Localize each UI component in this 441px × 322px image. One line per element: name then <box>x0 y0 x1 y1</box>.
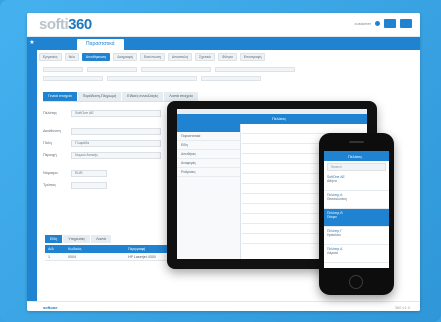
footer: softone 360 v1.0 <box>27 301 420 311</box>
footer-brand: softone <box>43 305 58 310</box>
tablet-sidebar: Παραστατικά Είδη Αποθήκες Αναφορές Ρυθμί… <box>177 124 241 259</box>
left-rail: ★ <box>27 37 37 311</box>
tab-other-details[interactable]: Λοιπά στοιχεία <box>164 92 198 101</box>
phone-list-item[interactable]: Πελάτης Δ Λάρισα <box>324 245 389 263</box>
phone-item-subtitle: Πάτρα <box>327 215 337 219</box>
date-field[interactable] <box>87 67 137 72</box>
footer-version: 360 v1.0 <box>394 305 410 310</box>
tab-services[interactable]: Υπηρεσίες <box>63 235 91 243</box>
toolbar-send-button[interactable]: Αποστολή <box>167 52 192 61</box>
currency-select[interactable]: EUR <box>71 169 107 177</box>
detail-label: Τρόπος <box>43 183 57 187</box>
module-tab-strip: Παραστατικά <box>27 37 420 50</box>
toolbar-print-button[interactable]: Εκτύπωση <box>139 52 165 61</box>
phone-list-item[interactable]: SoftOne AE Αθήνα <box>324 173 389 191</box>
tablet-title: Πελάτες <box>272 116 287 121</box>
phone-speaker <box>349 141 364 143</box>
app-logo: softi360 <box>39 16 92 33</box>
toolbar-filters-button[interactable]: Φίλτρα <box>217 52 237 61</box>
toolbar-related-button[interactable]: Σχετικά <box>194 52 215 61</box>
notification-icon[interactable] <box>375 21 380 26</box>
city-field[interactable]: Γλυφάδα <box>71 139 161 147</box>
phone-list-item-selected[interactable]: Πελάτης Β Πάτρα <box>324 209 389 227</box>
logout-button[interactable] <box>400 19 412 28</box>
detail-label: Περιοχή <box>43 153 57 157</box>
tablet-menu-item[interactable]: Παραστατικά <box>177 132 240 141</box>
tablet-menu-item[interactable]: Αποθήκες <box>177 150 240 159</box>
phone-list-item[interactable]: Πελάτης Γ Ηράκλειο <box>324 227 389 245</box>
logo-number: 360 <box>68 16 92 33</box>
customer-field[interactable]: SoftOne AE <box>71 109 161 117</box>
header-form <box>43 65 414 83</box>
detail-label: Νόμισμα <box>43 171 58 175</box>
phone-item-subtitle: Ηράκλειο <box>327 233 341 237</box>
column-header[interactable]: Α/Α <box>45 247 65 251</box>
status-field[interactable] <box>107 76 197 81</box>
tab-documents[interactable]: Παραστατικά <box>77 39 124 50</box>
tablet-menu-item[interactable]: Ρυθμίσεις <box>177 168 240 177</box>
phone-home-button[interactable] <box>349 275 363 289</box>
phone-item-subtitle: Αθήνα <box>327 179 337 183</box>
tab-general[interactable]: Γενικά στοιχεία <box>43 92 77 101</box>
warehouse-field[interactable] <box>201 76 261 81</box>
toolbar-save-button[interactable]: Αποθήκευση <box>81 52 111 61</box>
toolbar-new-button[interactable]: Νέο <box>64 52 79 61</box>
favorites-icon[interactable]: ★ <box>27 39 37 46</box>
toolbar-back-button[interactable]: Επιστροφή <box>239 52 266 61</box>
customer-code-field[interactable] <box>43 76 103 81</box>
item-code: 0004 <box>68 254 76 259</box>
payment-method-select[interactable] <box>71 181 107 189</box>
phone-list-item[interactable]: Πελάτης Α Θεσσαλονίκη <box>324 191 389 209</box>
toolbar-delete-button[interactable]: Διαγραφή <box>113 52 137 61</box>
item-description: HP Laserjet 4300 <box>128 254 156 259</box>
detail-label: Πελάτης <box>43 111 57 115</box>
tab-delivery-payment[interactable]: Παράδοση-Πληρωμή <box>77 92 122 101</box>
tablet-menu-item[interactable]: Είδη <box>177 141 240 150</box>
column-header[interactable]: Κωδικός <box>65 247 125 251</box>
toolbar: Εργασίες Νέο Αποθήκευση Διαγραφή Εκτύπωσ… <box>39 52 416 61</box>
header-form-row <box>43 74 414 83</box>
header-form-row <box>43 65 414 74</box>
branch-field[interactable] <box>141 67 211 72</box>
region-field[interactable]: Νομού Αττικής <box>71 151 161 159</box>
phone-screen: Πελάτες Search SoftOne AE Αθήνα Πελάτης … <box>324 151 389 268</box>
series-field[interactable] <box>43 67 83 72</box>
tab-items[interactable]: Είδη <box>45 235 63 243</box>
document-number-field[interactable] <box>215 67 295 72</box>
phone-search-input[interactable]: Search <box>327 163 386 171</box>
detail-label: Διεύθυνση <box>43 129 61 133</box>
user-name: customer <box>354 21 371 26</box>
column-header[interactable]: Περιγραφή <box>125 247 145 251</box>
phone-header: Πελάτες <box>324 151 389 161</box>
phone-device: Πελάτες Search SoftOne AE Αθήνα Πελάτης … <box>319 133 394 295</box>
tablet-menu-item[interactable]: Αναφορές <box>177 159 240 168</box>
phone-item-subtitle: Λάρισα <box>327 251 338 255</box>
row-number: 1 <box>48 254 50 259</box>
address-field[interactable] <box>71 127 161 135</box>
phone-title: Πελάτες <box>348 154 363 159</box>
logo-text: softi <box>39 16 69 33</box>
tab-special-transactions[interactable]: Ειδικές συναλλαγές <box>122 92 164 101</box>
toolbar-tasks-button[interactable]: Εργασίες <box>39 52 62 61</box>
tab-other-lines[interactable]: Λοιπά <box>91 235 111 243</box>
phone-item-subtitle: Θεσσαλονίκη <box>327 197 347 201</box>
tablet-selected-item[interactable] <box>177 124 240 132</box>
user-area: customer <box>355 19 412 28</box>
detail-label: Πόλη <box>43 141 52 145</box>
tablet-header: Πελάτες <box>177 114 367 124</box>
settings-button[interactable] <box>384 19 396 28</box>
lines-tabs: Είδη Υπηρεσίες Λοιπά <box>45 235 111 243</box>
top-bar: softi360 customer <box>27 13 420 37</box>
